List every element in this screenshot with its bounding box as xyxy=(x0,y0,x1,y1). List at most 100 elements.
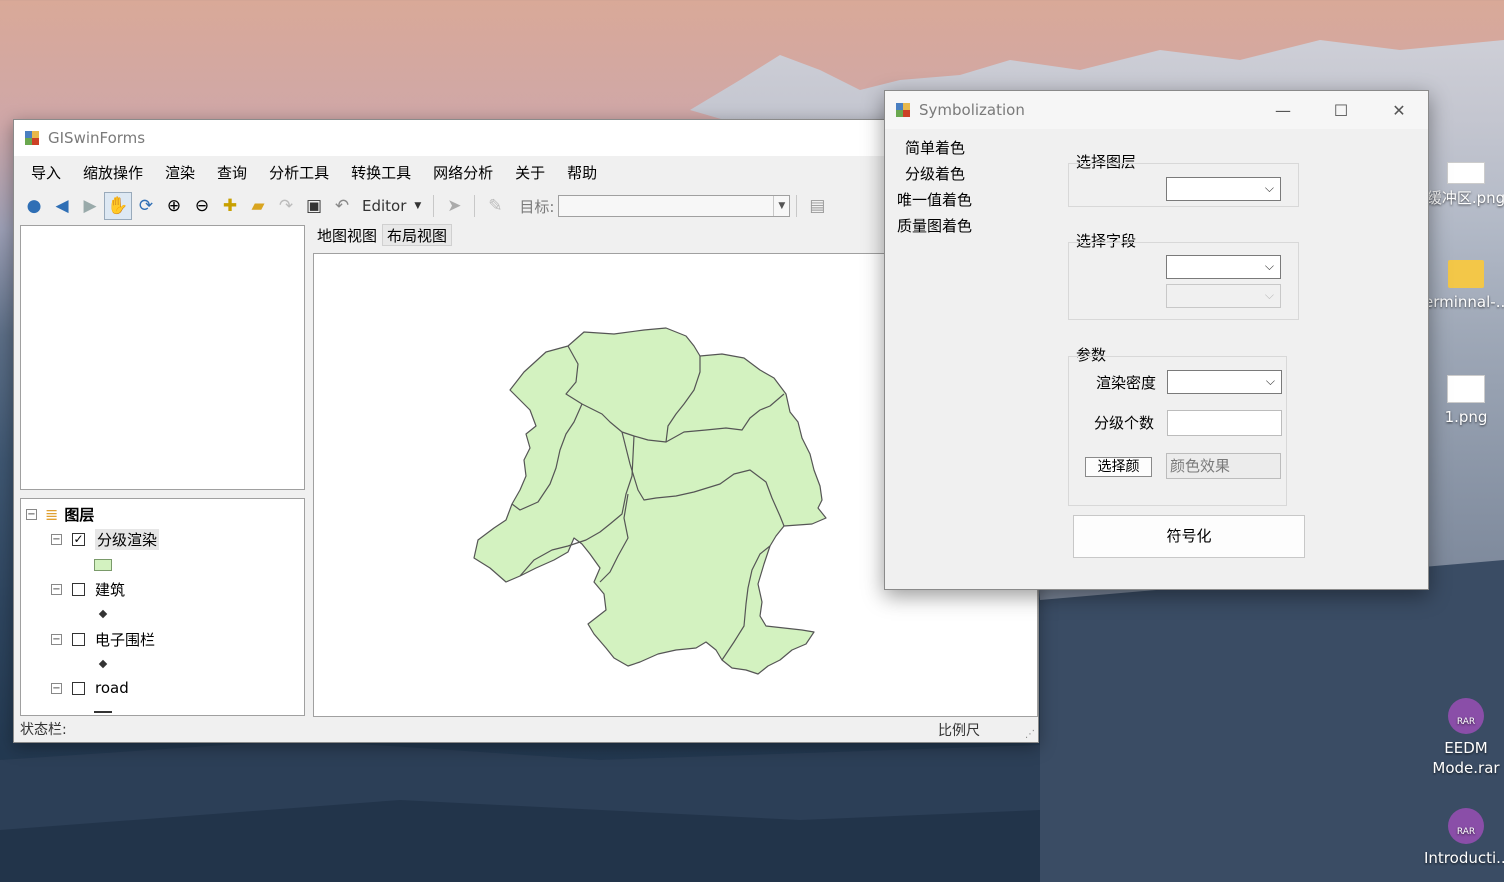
attribute-table-icon[interactable]: ▤ xyxy=(803,192,831,220)
render-density-label: 渲染密度 xyxy=(1096,374,1157,392)
collapse-icon[interactable]: − xyxy=(51,682,62,694)
table-of-contents: − ≣ 图层 − ✓ 分级渲染 − 建筑 − 电子围栏 − road xyxy=(20,498,305,716)
desktop-icon-buffer-png[interactable]: 缓冲区.png xyxy=(1424,162,1504,208)
resize-grip-icon[interactable]: ⋰ xyxy=(1025,729,1035,740)
app-icon xyxy=(25,131,39,145)
legend-polygon-swatch xyxy=(94,559,112,571)
menu-simple-color[interactable]: 简单着色 xyxy=(895,135,972,161)
rar-icon: RAR xyxy=(1448,698,1484,734)
tab-layout-view[interactable]: 布局视图 xyxy=(382,224,453,246)
desktop-icon-introduction-rar[interactable]: RAR Introducti... xyxy=(1424,808,1504,868)
symbolize-button[interactable]: 符号化 xyxy=(1073,515,1305,558)
legend-point-symbol xyxy=(98,609,108,619)
collapse-icon[interactable]: − xyxy=(51,534,62,545)
chevron-down-icon: ⌵ xyxy=(1264,259,1274,273)
maximize-icon[interactable]: ☐ xyxy=(1312,91,1370,129)
menu-render[interactable]: 渲染 xyxy=(154,162,206,183)
toc-root: − ≣ 图层 xyxy=(26,504,94,525)
class-count-label: 分级个数 xyxy=(1094,414,1155,432)
menu-conversion-tools[interactable]: 转换工具 xyxy=(340,162,422,183)
desktop-icon-label: 1.png xyxy=(1444,408,1488,426)
sketch-pencil-icon[interactable]: ✎ xyxy=(481,192,509,220)
field-combo[interactable]: ⌵ xyxy=(1166,255,1281,279)
desktop-icon-label: erminnal-... xyxy=(1424,293,1504,311)
layer-name: 建筑 xyxy=(95,581,126,599)
layer-checkbox[interactable]: ✓ xyxy=(72,533,85,546)
sym-window-title: Symbolization xyxy=(919,101,1025,119)
choose-color-button[interactable]: 选择颜 xyxy=(1085,457,1152,477)
back-arrow-icon[interactable]: ◀ xyxy=(48,192,76,220)
open-folder-icon[interactable]: ▰ xyxy=(244,192,272,220)
toolbar-separator xyxy=(796,195,798,217)
rar-icon: RAR xyxy=(1448,808,1484,844)
chevron-down-icon: ⌵ xyxy=(1264,288,1274,302)
zoom-in-icon[interactable]: ⊕ xyxy=(160,192,188,220)
menu-about[interactable]: 关于 xyxy=(504,162,556,183)
desktop-icon-label: 缓冲区.png xyxy=(1426,189,1504,207)
minimize-icon[interactable]: — xyxy=(1254,91,1312,129)
render-density-combo[interactable]: ⌵ xyxy=(1167,370,1282,394)
collapse-icon[interactable]: − xyxy=(51,584,62,595)
desktop-icon-eedm-rar[interactable]: RAR EEDM Mode.rar xyxy=(1424,698,1504,778)
window-title: GISwinForms xyxy=(48,129,146,147)
editor-label: Editor xyxy=(362,197,407,215)
layer-checkbox[interactable] xyxy=(72,583,85,596)
desktop-icon-label: Introducti... xyxy=(1424,849,1504,867)
image-file-icon xyxy=(1447,375,1485,403)
toc-layer-graded[interactable]: − ✓ 分级渲染 xyxy=(51,529,160,550)
menu-graded-color[interactable]: 分级着色 xyxy=(895,161,972,187)
menu-query[interactable]: 查询 xyxy=(206,162,258,183)
overview-panel xyxy=(20,225,305,490)
folder-icon xyxy=(1448,260,1484,288)
status-bar: 状态栏: 比例尺 ⋰ xyxy=(14,716,1038,742)
globe-icon[interactable]: ● xyxy=(20,192,48,220)
toc-layer-building[interactable]: − 建筑 xyxy=(51,579,125,600)
forward-arrow-icon[interactable]: ▶ xyxy=(76,192,104,220)
menu-zoom[interactable]: 缩放操作 xyxy=(72,162,154,183)
refresh-icon[interactable]: ⟳ xyxy=(132,192,160,220)
dropdown-caret-icon: ▼ xyxy=(414,201,422,211)
image-file-icon xyxy=(1447,162,1485,184)
layers-icon: ≣ xyxy=(45,505,59,524)
layer-combo[interactable]: ⌵ xyxy=(1166,177,1281,201)
menu-help[interactable]: 帮助 xyxy=(556,162,608,183)
menu-analysis-tools[interactable]: 分析工具 xyxy=(258,162,340,183)
second-field-combo[interactable]: ⌵ xyxy=(1166,284,1281,308)
undo-icon[interactable]: ↶ xyxy=(328,192,356,220)
layer-name: road xyxy=(95,679,129,697)
menu-network-analysis[interactable]: 网络分析 xyxy=(422,162,504,183)
close-icon[interactable]: ✕ xyxy=(1370,91,1428,129)
tab-map-view[interactable]: 地图视图 xyxy=(312,224,383,246)
pan-hand-icon[interactable]: ✋ xyxy=(104,192,132,220)
layer-checkbox[interactable] xyxy=(72,681,85,695)
collapse-icon[interactable]: − xyxy=(26,509,37,520)
menu-import[interactable]: 导入 xyxy=(20,162,72,183)
layer-checkbox[interactable] xyxy=(72,633,85,646)
menu-unique-value[interactable]: 唯一值着色 xyxy=(895,187,972,213)
editor-dropdown[interactable]: Editor ▼ xyxy=(356,197,427,215)
status-text: 状态栏: xyxy=(20,722,67,738)
symbolization-window: Symbolization — ☐ ✕ 简单着色 分级着色 唯一值着色 质量图着… xyxy=(884,90,1429,590)
desktop-icon-label: EEDM Mode.rar xyxy=(1432,739,1500,777)
menu-quality-map[interactable]: 质量图着色 xyxy=(895,213,972,239)
chevron-down-icon: ▼ xyxy=(773,196,789,216)
app-icon xyxy=(896,103,910,117)
toc-layer-fence[interactable]: − 电子围栏 xyxy=(51,629,155,650)
toc-root-label: 图层 xyxy=(64,506,95,524)
zoom-out-icon[interactable]: ⊖ xyxy=(188,192,216,220)
desktop-icon-1-png[interactable]: 1.png xyxy=(1424,375,1504,427)
symbolization-type-menu: 简单着色 分级着色 唯一值着色 质量图着色 xyxy=(895,135,972,239)
chevron-down-icon: ⌵ xyxy=(1265,374,1275,388)
target-combo[interactable]: ▼ xyxy=(558,195,791,217)
collapse-icon[interactable]: − xyxy=(51,634,62,645)
add-data-icon[interactable]: ✚ xyxy=(216,192,244,220)
toolbar-separator xyxy=(433,195,435,217)
target-label: 目标: xyxy=(519,197,555,216)
toc-layer-road[interactable]: − road xyxy=(51,679,129,697)
save-icon[interactable]: ▣ xyxy=(300,192,328,220)
desktop-icon-folder[interactable]: erminnal-... xyxy=(1424,260,1504,312)
redo-icon[interactable]: ↷ xyxy=(272,192,300,220)
color-effect-preview: 颜色效果 xyxy=(1166,453,1281,479)
class-count-input[interactable] xyxy=(1167,410,1282,436)
edit-tool-icon[interactable]: ➤ xyxy=(440,192,468,220)
